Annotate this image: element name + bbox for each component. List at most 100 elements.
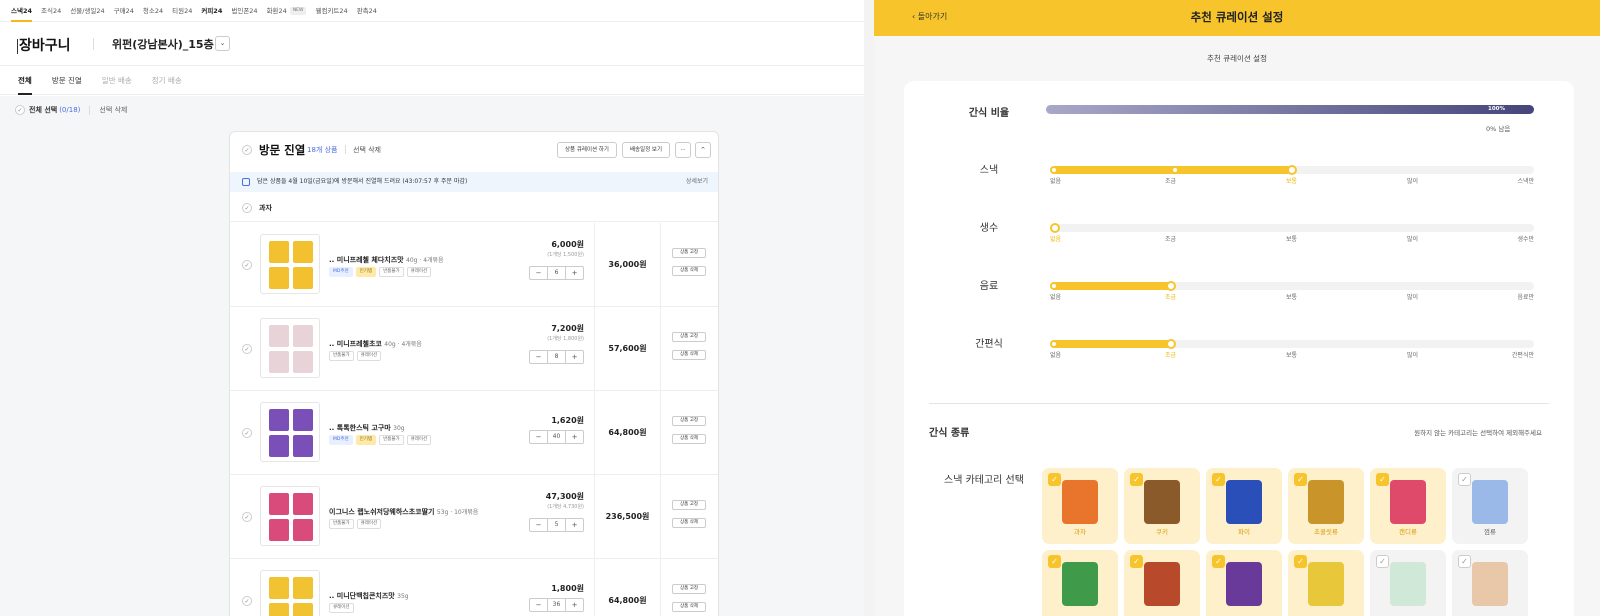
slider-label: 스낵: [979, 165, 999, 176]
category-image: [1226, 562, 1262, 606]
nav-item[interactable]: 청소24: [143, 0, 163, 22]
slider-stop: [1173, 168, 1177, 172]
chevron-up-icon: ^: [700, 147, 706, 153]
decrease-button[interactable]: −: [530, 519, 547, 531]
tab-normal[interactable]: 일반 배송: [102, 67, 132, 95]
increase-button[interactable]: +: [566, 351, 583, 363]
quantity-value[interactable]: 40: [547, 431, 566, 443]
snack-category-tile[interactable]: ✓: [1370, 550, 1446, 616]
snack-category-tile[interactable]: ✓ 껌류: [1452, 468, 1528, 544]
nav-item[interactable]: 티원24: [172, 0, 192, 22]
nav-item[interactable]: 구매24: [114, 0, 134, 22]
nav-item[interactable]: 화환24 NEW: [267, 0, 307, 22]
nav-item[interactable]: 커피24: [201, 0, 222, 22]
slider-handle[interactable]: [1166, 339, 1176, 349]
pin-product-button[interactable]: 상품 고정: [672, 248, 706, 258]
slider-tick-label: 많이: [1407, 294, 1419, 301]
product-tags: 반품불가 큐레이션: [329, 519, 384, 529]
cart-tabs: 전체 방문 진열 일반 배송 정기 배송: [0, 67, 866, 95]
tab-visit[interactable]: 방문 진열: [52, 67, 82, 95]
delete-product-button[interactable]: 상품 삭제: [672, 434, 706, 444]
select-all-label[interactable]: 전체 선택: [29, 105, 57, 115]
location-name: 위펀(강남본사)_15층: [112, 38, 214, 51]
slider-fill: [1050, 340, 1171, 348]
ratio-slider[interactable]: [1050, 281, 1534, 291]
category-checkbox[interactable]: ✓: [242, 203, 252, 213]
slider-tick-label: 보통: [1286, 294, 1298, 301]
curation-button[interactable]: 상품 큐레이션 하기: [557, 142, 617, 158]
product-checkbox[interactable]: ✓: [242, 344, 252, 354]
snack-category-tile[interactable]: ✓ 파이: [1206, 468, 1282, 544]
snack-category-tile[interactable]: ✓: [1042, 550, 1118, 616]
pin-product-button[interactable]: 상품 고정: [672, 584, 706, 594]
snack-category-tile[interactable]: ✓ 초콜릿류: [1288, 468, 1364, 544]
delete-product-button[interactable]: 상품 삭제: [672, 350, 706, 360]
quantity-value[interactable]: 6: [547, 267, 566, 279]
snack-category-tile[interactable]: ✓ 쿠키: [1124, 468, 1200, 544]
more-button[interactable]: ···: [675, 142, 691, 158]
cart-title-text: 장바구니: [19, 38, 71, 54]
pin-product-button[interactable]: 상품 고정: [672, 332, 706, 342]
nav-item[interactable]: 선물/생일24: [70, 0, 104, 22]
notice-detail-link[interactable]: 상세보기: [686, 172, 708, 192]
slider-handle[interactable]: [1287, 165, 1297, 175]
collapse-button[interactable]: ^: [695, 142, 711, 158]
decrease-button[interactable]: −: [530, 267, 547, 279]
product-meta: 40g · 4개묶음: [406, 257, 444, 264]
nav-item[interactable]: 조식24: [41, 0, 61, 22]
product-image: [260, 486, 320, 546]
quantity-value[interactable]: 8: [547, 351, 566, 363]
slider-handle[interactable]: [1166, 281, 1176, 291]
pin-product-button[interactable]: 상품 고정: [672, 416, 706, 426]
increase-button[interactable]: +: [566, 599, 583, 611]
ratio-label: 간식 비율: [968, 108, 1010, 119]
tab-regular[interactable]: 정기 배송: [152, 67, 182, 95]
nav-item[interactable]: 웰컴키트24: [315, 0, 347, 22]
product-tags: 반품불가 큐레이션: [329, 351, 384, 361]
product-checkbox[interactable]: ✓: [242, 260, 252, 270]
ratio-slider[interactable]: [1050, 339, 1534, 349]
product-package: [269, 577, 289, 599]
ratio-slider[interactable]: [1050, 165, 1534, 175]
section-divider: [929, 403, 1549, 404]
schedule-button[interactable]: 배송일정 보기: [622, 142, 670, 158]
product-tag: 반품불가: [379, 435, 404, 445]
quantity-value[interactable]: 36: [547, 599, 566, 611]
delete-product-button[interactable]: 상품 삭제: [672, 518, 706, 528]
snack-category-tile[interactable]: ✓: [1206, 550, 1282, 616]
nav-item[interactable]: 판촉24: [357, 0, 377, 22]
product-checkbox[interactable]: ✓: [242, 596, 252, 606]
tab-all[interactable]: 전체: [18, 67, 32, 95]
ratio-slider[interactable]: [1050, 223, 1534, 233]
delete-product-button[interactable]: 상품 삭제: [672, 602, 706, 612]
nav-item[interactable]: 법인폰24: [231, 0, 257, 22]
product-image: [260, 318, 320, 378]
nav-item-label: 법인폰24: [231, 6, 258, 15]
increase-button[interactable]: +: [566, 519, 583, 531]
ratio-percent: 100%: [1488, 106, 1505, 112]
increase-button[interactable]: +: [566, 267, 583, 279]
increase-button[interactable]: +: [566, 431, 583, 443]
decrease-button[interactable]: −: [530, 599, 547, 611]
delete-product-button[interactable]: 상품 삭제: [672, 266, 706, 276]
pin-product-button[interactable]: 상품 고정: [672, 500, 706, 510]
card-delete-selected[interactable]: 선택 삭제: [353, 145, 381, 155]
product-checkbox[interactable]: ✓: [242, 428, 252, 438]
snack-category-tile[interactable]: ✓ 과자: [1042, 468, 1118, 544]
decrease-button[interactable]: −: [530, 351, 547, 363]
nav-item[interactable]: 스낵24: [11, 0, 33, 22]
select-all-checkbox[interactable]: ✓: [15, 105, 25, 115]
snack-category-tile[interactable]: ✓: [1124, 550, 1200, 616]
snack-category-tile[interactable]: ✓ 캔디류: [1370, 468, 1446, 544]
product-total: 236,500원: [605, 512, 650, 521]
quantity-value[interactable]: 5: [547, 519, 566, 531]
snack-category-tile[interactable]: ✓: [1452, 550, 1528, 616]
product-checkbox[interactable]: ✓: [242, 512, 252, 522]
slider-tick-label: 생수만: [1517, 236, 1534, 243]
location-dropdown-button[interactable]: ⌄: [215, 36, 230, 51]
snack-category-tile[interactable]: ✓: [1288, 550, 1364, 616]
slider-handle[interactable]: [1050, 223, 1060, 233]
delete-selected-button[interactable]: 선택 삭제: [99, 105, 127, 115]
decrease-button[interactable]: −: [530, 431, 547, 443]
card-select-checkbox[interactable]: ✓: [242, 145, 252, 155]
